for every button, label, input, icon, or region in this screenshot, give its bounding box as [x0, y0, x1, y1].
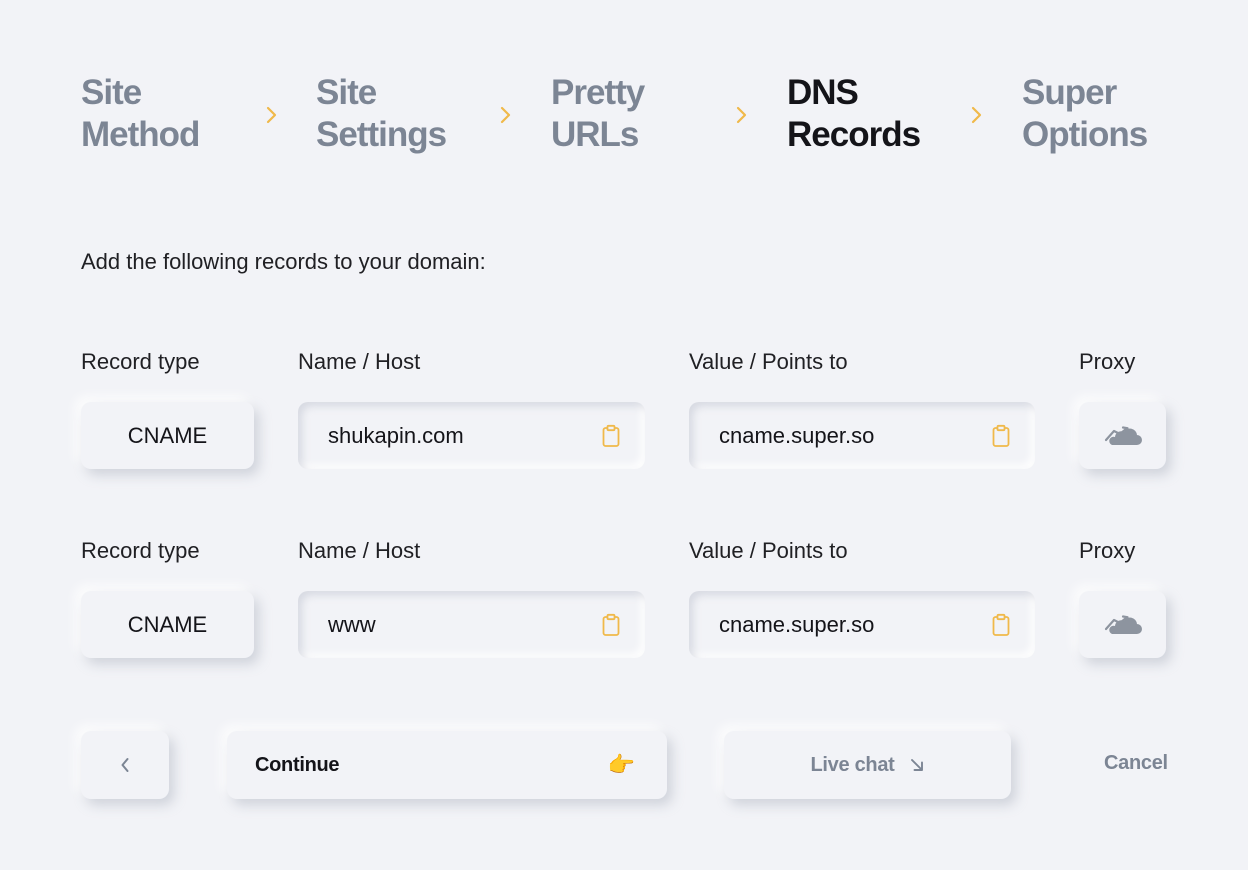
- cloud-icon: [1104, 425, 1142, 445]
- clipboard-icon[interactable]: [601, 613, 621, 637]
- clipboard-icon[interactable]: [991, 424, 1011, 448]
- clipboard-icon[interactable]: [991, 613, 1011, 637]
- label-record-type: Record type: [81, 538, 200, 563]
- chevron-right-icon: [736, 106, 747, 124]
- proxy-toggle[interactable]: [1079, 402, 1166, 469]
- cancel-link[interactable]: Cancel: [1104, 752, 1168, 775]
- record-type-value: CNAME: [127, 611, 208, 637]
- chevron-right-icon: [266, 106, 277, 124]
- label-value: Value / Points to: [689, 349, 848, 374]
- cloud-icon: [1104, 614, 1142, 634]
- arrow-down-right-icon: [910, 759, 923, 771]
- clipped-heading-fragment: [322, 0, 438, 2]
- value-field[interactable]: cname.super.so: [689, 402, 1035, 469]
- value-field[interactable]: cname.super.so: [689, 591, 1035, 658]
- pointing-hand-icon: 👉: [607, 752, 635, 777]
- label-name-host: Name / Host: [298, 538, 421, 563]
- value-text: cname.super.so: [719, 611, 875, 637]
- value-text: cname.super.so: [719, 422, 875, 448]
- label-record-type: Record type: [81, 349, 200, 374]
- continue-label: Continue: [255, 753, 340, 776]
- name-host-field[interactable]: shukapin.com: [298, 402, 645, 469]
- name-host-value: shukapin.com: [328, 422, 464, 448]
- step-dns-records[interactable]: DNS Records: [787, 72, 921, 156]
- record-type-select[interactable]: CNAME: [81, 402, 254, 469]
- step-pretty-urls[interactable]: Pretty URLs: [551, 72, 645, 156]
- live-chat-button[interactable]: Live chat: [724, 731, 1011, 799]
- chevron-right-icon: [971, 106, 982, 124]
- instruction-text: Add the following records to your domain…: [81, 249, 486, 274]
- dns-records-step-page: Site Method Site Settings Pretty URLs DN…: [0, 0, 1248, 870]
- label-value: Value / Points to: [689, 538, 848, 563]
- record-type-select[interactable]: CNAME: [81, 591, 254, 658]
- continue-button[interactable]: Continue 👉: [227, 731, 667, 799]
- clipboard-icon[interactable]: [601, 424, 621, 448]
- step-site-settings[interactable]: Site Settings: [316, 72, 447, 156]
- name-host-field[interactable]: www: [298, 591, 645, 658]
- label-proxy: Proxy: [1079, 349, 1136, 374]
- name-host-value: www: [328, 611, 376, 637]
- back-button[interactable]: [81, 731, 169, 799]
- step-super-options[interactable]: Super Options: [1022, 72, 1148, 156]
- label-name-host: Name / Host: [298, 349, 421, 374]
- proxy-toggle[interactable]: [1079, 591, 1166, 658]
- setup-stepper: Site Method Site Settings Pretty URLs DN…: [81, 72, 1191, 162]
- step-site-method[interactable]: Site Method: [81, 72, 200, 156]
- label-proxy: Proxy: [1079, 538, 1136, 563]
- chevron-left-icon: [121, 758, 129, 772]
- chevron-right-icon: [500, 106, 511, 124]
- record-type-value: CNAME: [127, 422, 208, 448]
- live-chat-label: Live chat: [810, 753, 895, 776]
